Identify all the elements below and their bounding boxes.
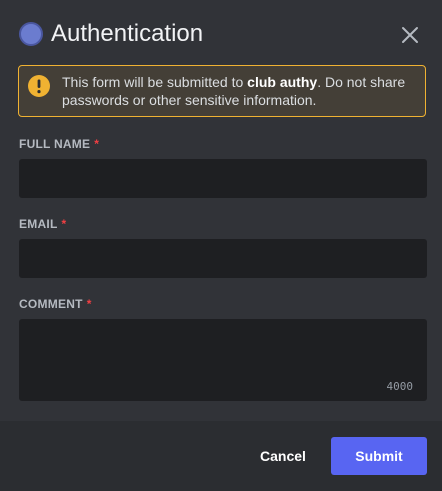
required-mark: * xyxy=(94,137,100,151)
required-mark: * xyxy=(61,217,67,231)
modal-title: Authentication xyxy=(51,20,204,47)
warning-app-name: club authy xyxy=(247,74,318,90)
email-label-text: EMAIL xyxy=(19,217,58,231)
cancel-button[interactable]: Cancel xyxy=(248,437,318,475)
warning-banner: This form will be submitted to club auth… xyxy=(18,65,426,117)
modal-footer: Cancel Submit xyxy=(0,421,442,491)
submit-button[interactable]: Submit xyxy=(331,437,427,475)
comment-label: COMMENT * xyxy=(19,296,92,312)
authentication-modal: Authentication This form will be submitt… xyxy=(0,0,442,491)
full-name-label-text: FULL NAME xyxy=(19,137,91,151)
warning-text: This form will be submitted to club auth… xyxy=(62,73,412,109)
close-icon xyxy=(402,27,418,43)
comment-label-text: COMMENT xyxy=(19,297,83,311)
close-button[interactable] xyxy=(398,23,422,47)
app-avatar-icon xyxy=(19,22,43,46)
warning-text-prefix: This form will be submitted to xyxy=(62,74,248,90)
email-label: EMAIL * xyxy=(19,216,66,232)
comment-textarea[interactable] xyxy=(19,319,427,401)
email-input[interactable] xyxy=(19,239,427,278)
full-name-label: FULL NAME * xyxy=(19,136,99,152)
warning-icon xyxy=(28,75,50,97)
modal-header: Authentication xyxy=(0,0,442,66)
full-name-input[interactable] xyxy=(19,159,427,198)
required-mark: * xyxy=(86,297,92,311)
